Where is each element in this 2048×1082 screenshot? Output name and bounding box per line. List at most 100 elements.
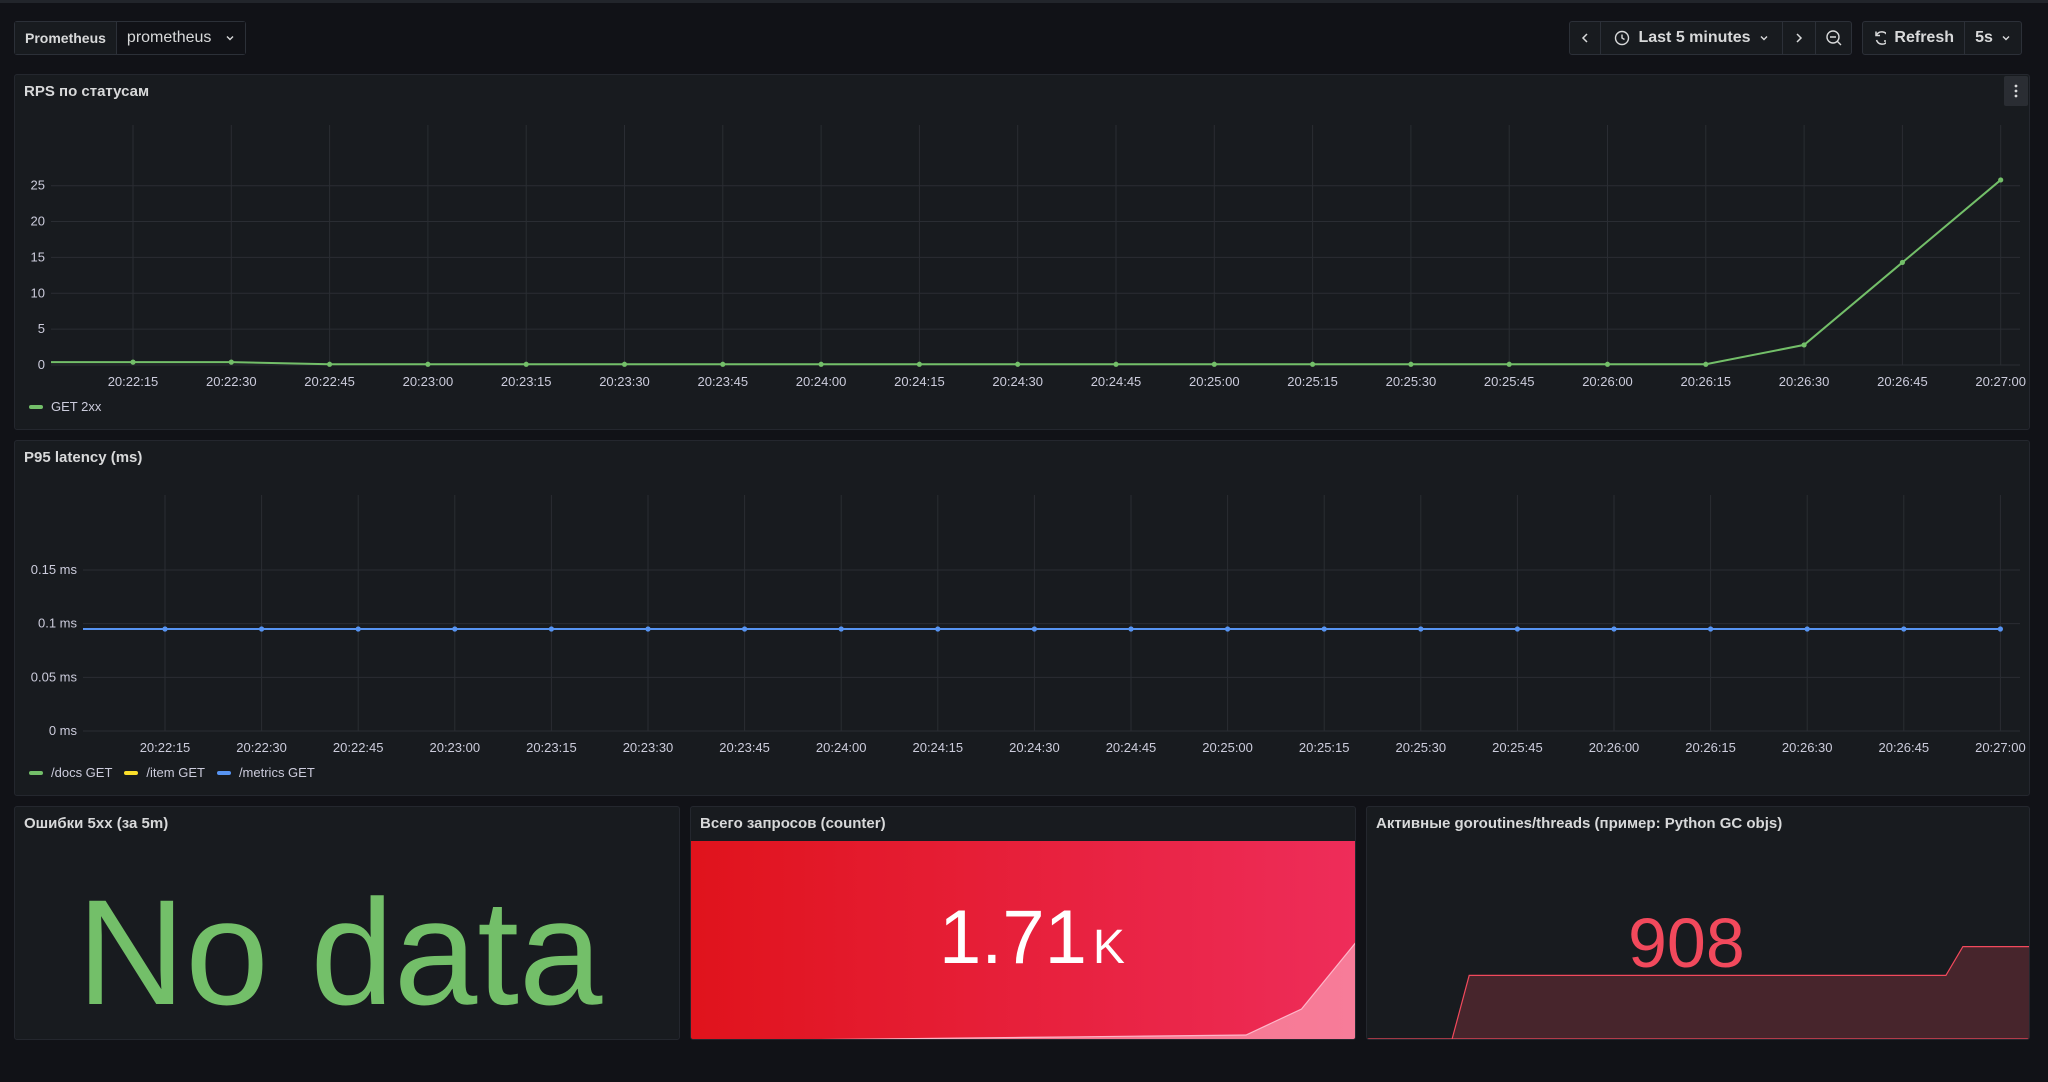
- chevron-down-icon: [226, 36, 234, 41]
- legend-label: GET 2xx: [51, 399, 102, 414]
- legend-label: /docs GET: [51, 765, 113, 780]
- legend-item[interactable]: GET 2xx: [29, 399, 101, 414]
- data-point: [228, 359, 234, 365]
- data-point: [621, 361, 628, 367]
- data-point: [327, 361, 333, 367]
- y-tick-label: 25: [31, 178, 45, 193]
- datasource-picker[interactable]: Prometheus prometheus: [14, 21, 247, 55]
- threads-panel: Активные goroutines/threads (пример: Pyt…: [1366, 806, 2030, 1040]
- data-point: [838, 626, 844, 632]
- data-point: [1321, 626, 1327, 632]
- chevron-left-icon: [1581, 33, 1588, 43]
- data-point: [1708, 626, 1714, 632]
- datasource-label: Prometheus: [15, 22, 117, 54]
- x-tick-label: 20:25:00: [1189, 374, 1240, 389]
- x-tick-label: 20:26:15: [1680, 374, 1731, 389]
- data-point: [1113, 361, 1119, 367]
- x-tick-label: 20:25:30: [1395, 740, 1446, 755]
- errors-value: No data: [77, 868, 603, 1036]
- zoom-out-button[interactable]: [1816, 22, 1851, 54]
- rps-chart: 0 5 10 15 20 25 20:22:15 20:22:30 20:22:45 20:23:…: [31, 125, 2026, 389]
- data-point: [1506, 361, 1512, 367]
- chevron-down-icon: [1760, 36, 1768, 41]
- time-range-label: Last 5 minutes: [1638, 29, 1751, 46]
- data-point: [548, 626, 555, 632]
- latency-legend: /docs GET /item GET /metrics GET: [29, 765, 315, 780]
- clock-icon: [1615, 30, 1630, 46]
- x-tick-label: 20:24:00: [816, 740, 867, 755]
- rps-legend: GET 2xx: [29, 399, 101, 414]
- x-tick-label: 20:24:15: [912, 740, 963, 755]
- data-point: [1031, 626, 1037, 632]
- datasource-value: prometheus: [126, 29, 212, 46]
- data-point: [1998, 177, 2004, 183]
- data-point: [162, 626, 168, 632]
- x-tick-label: 20:23:30: [623, 740, 674, 755]
- x-tick-label: 20:22:15: [140, 740, 191, 755]
- x-tick-label: 20:25:15: [1299, 740, 1350, 755]
- datasource-select[interactable]: prometheus: [116, 22, 246, 54]
- data-point: [742, 626, 748, 632]
- x-tick-label: 20:22:30: [206, 374, 257, 389]
- x-tick-label: 20:23:15: [501, 374, 552, 389]
- x-tick-label: 20:25:45: [1492, 740, 1543, 755]
- x-tick-label: 20:27:00: [1975, 374, 2026, 389]
- data-point: [452, 626, 458, 632]
- y-tick-label: 0.1 ms: [38, 616, 78, 631]
- data-point: [916, 361, 923, 367]
- y-tick-label: 15: [31, 249, 45, 264]
- data-point: [720, 361, 726, 367]
- x-tick-label: 20:26:30: [1779, 374, 1830, 389]
- x-tick-label: 20:25:15: [1287, 374, 1338, 389]
- data-point: [523, 361, 529, 367]
- data-point: [818, 361, 824, 367]
- x-tick-label: 20:23:00: [429, 740, 480, 755]
- y-tick-label: 20: [31, 214, 45, 229]
- y-tick-label: 5: [38, 321, 45, 336]
- x-tick-label: 20:24:30: [992, 374, 1043, 389]
- data-point: [1310, 361, 1316, 367]
- data-point: [1211, 361, 1217, 367]
- top-border: [0, 0, 2048, 3]
- x-tick-label: 20:27:00: [1975, 740, 2026, 755]
- y-tick-label: 0.15 ms: [31, 562, 78, 577]
- total-requests-number: 1.71: [939, 895, 1087, 980]
- chevron-right-icon: [1796, 33, 1803, 43]
- x-tick-label: 20:22:45: [333, 740, 384, 755]
- time-range-picker[interactable]: Last 5 minutes: [1601, 22, 1783, 54]
- legend-swatch: [29, 770, 43, 775]
- x-tick-label: 20:22:30: [236, 740, 287, 755]
- zoom-out-icon: [1825, 30, 1841, 46]
- series-line: [51, 179, 2002, 366]
- refresh-group: Refresh 5s: [1862, 21, 2022, 55]
- x-tick-label: 20:24:45: [1106, 740, 1157, 755]
- data-point: [1804, 626, 1810, 632]
- x-tick-label: 20:23:15: [526, 740, 577, 755]
- data-point: [1997, 626, 2003, 632]
- x-tick-label: 20:26:00: [1582, 374, 1633, 389]
- x-tick-label: 20:23:30: [599, 374, 650, 389]
- x-tick-label: 20:24:45: [1091, 374, 1142, 389]
- legend-swatch: [124, 770, 139, 775]
- data-point: [645, 626, 651, 632]
- refresh-interval-value: 5s: [1975, 29, 1993, 46]
- total-requests-panel: Всего запросов (counter) 1.71 K: [690, 806, 1356, 1040]
- refresh-icon: [1875, 31, 1887, 45]
- x-tick-label: 20:26:00: [1589, 740, 1640, 755]
- legend-item[interactable]: /metrics GET: [216, 765, 315, 780]
- x-tick-label: 20:26:45: [1878, 740, 1929, 755]
- y-tick-label: 10: [31, 285, 45, 300]
- data-point: [1015, 361, 1021, 367]
- legend-item[interactable]: /docs GET: [29, 765, 112, 780]
- refresh-interval-picker[interactable]: 5s: [1965, 22, 2021, 54]
- x-tick-label: 20:26:30: [1782, 740, 1833, 755]
- refresh-button[interactable]: Refresh: [1863, 22, 1965, 54]
- legend-label: /item GET: [146, 765, 205, 780]
- data-point: [425, 361, 431, 367]
- time-back-button[interactable]: [1570, 22, 1601, 54]
- time-forward-button[interactable]: [1783, 22, 1816, 54]
- x-tick-label: 20:26:15: [1685, 740, 1736, 755]
- legend-item[interactable]: /item GET: [124, 765, 205, 780]
- x-tick-label: 20:24:00: [796, 374, 847, 389]
- data-point: [1801, 342, 1807, 348]
